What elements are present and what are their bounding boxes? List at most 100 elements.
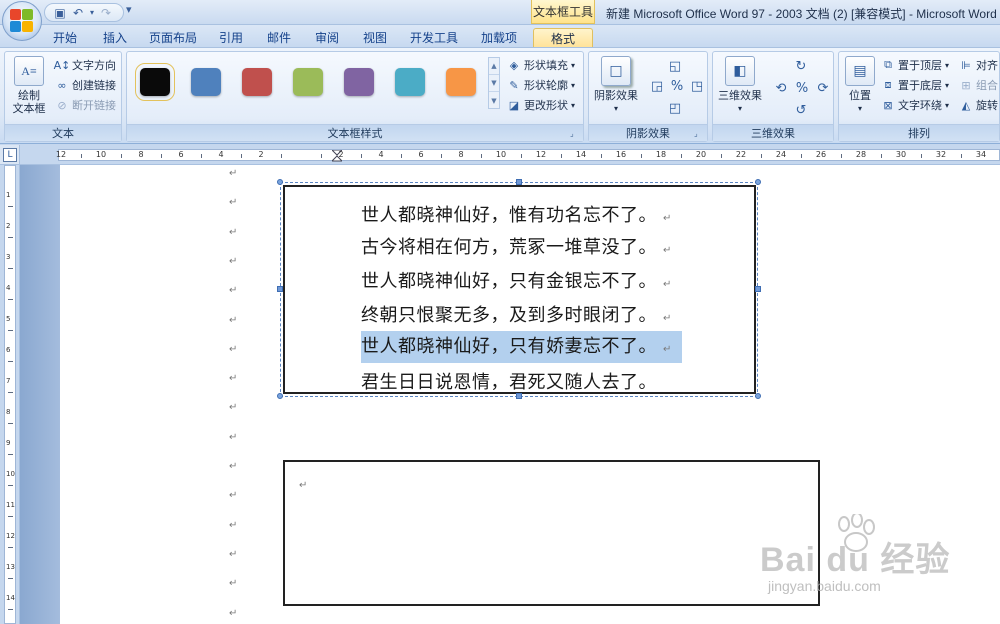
textbox-line-overflow[interactable]: 君生日日说恩情，君死又随人去了。 (361, 368, 657, 392)
ruler-tick (361, 154, 362, 158)
vertical-ruler-tick (8, 206, 13, 207)
textbox-1[interactable]: 世人都晓神仙好，惟有功名忘不了。 ↵ 古今将相在何方，荒冢一堆草没了。 ↵ 世人都晓… (283, 185, 756, 394)
threed-toggle-icon[interactable]: % (794, 80, 810, 96)
change-shape-button[interactable]: ◪ 更改形状 ▾ (507, 96, 575, 114)
ruler-number: 6 (418, 150, 424, 159)
tab-insert[interactable]: 插入 (96, 28, 134, 47)
textbox-line[interactable]: 终朝只恨聚无多，及到多时眼闭了。 ↵ (361, 301, 672, 327)
pencil-icon: ✎ (509, 78, 519, 92)
window-title: 新建 Microsoft Office Word 97 - 2003 文档 (2… (606, 7, 997, 21)
gallery-up-icon[interactable]: ▲ (489, 58, 499, 75)
vertical-ruler-number: 10 (6, 470, 15, 478)
resize-handle[interactable] (277, 179, 283, 185)
textbox-line[interactable]: 世人都晓神仙好，只有金银忘不了。 ↵ (361, 267, 672, 293)
dialog-launcher-icon[interactable]: ⌟ (694, 129, 704, 139)
ruler-number: 16 (615, 150, 627, 159)
resize-handle[interactable] (277, 393, 283, 399)
gallery-scrollbar[interactable]: ▲ ▼ ▼ (488, 57, 500, 109)
paragraph-mark: ↵ (229, 431, 238, 443)
shape-fill-button[interactable]: ◈ 形状填充 ▾ (507, 56, 575, 74)
gallery-down-icon[interactable]: ▼ (489, 75, 499, 92)
position-button[interactable]: ▤ 位置 ▾ (843, 56, 877, 115)
send-to-back-button[interactable]: ⧈ 置于底层 ▾ (881, 76, 950, 94)
tab-addins[interactable]: 加载项 (476, 28, 522, 47)
tab-stop-selector-icon[interactable]: L (3, 148, 17, 162)
draw-textbox-button[interactable]: A≡ 绘制 文本框 (8, 56, 50, 115)
undo-dropdown-icon[interactable]: ▾ (89, 6, 95, 20)
paragraph-mark: ↵ (229, 197, 238, 209)
dialog-launcher-icon[interactable]: ⌟ (570, 129, 580, 139)
resize-handle[interactable] (516, 179, 522, 185)
ruler-number: 8 (458, 150, 464, 159)
group-button[interactable]: ⊞ 组合 (959, 76, 998, 94)
nudge-left-icon[interactable]: ◲ (649, 78, 665, 94)
vertical-ruler-number: 2 (6, 222, 11, 230)
style-swatch-black[interactable] (135, 63, 175, 101)
shadow-effects-button[interactable]: □ 阴影效果 ▾ (593, 56, 639, 115)
style-swatch-purple[interactable] (344, 68, 374, 96)
resize-handle[interactable] (516, 393, 522, 399)
shape-outline-button[interactable]: ✎ 形状轮廓 ▾ (507, 76, 575, 94)
textbox-line[interactable]: 世人都晓神仙好，惟有功名忘不了。 ↵ (361, 201, 672, 227)
tab-page-layout[interactable]: 页面布局 (146, 28, 200, 47)
resize-handle[interactable] (755, 286, 761, 292)
tab-developer[interactable]: 开发工具 (406, 28, 462, 47)
tilt-right-icon[interactable]: ⟳ (815, 80, 831, 96)
office-button[interactable] (2, 1, 42, 41)
vertical-ruler-tick (8, 454, 13, 455)
text-direction-button[interactable]: A↕ 文字方向 (54, 56, 116, 74)
style-swatch-aqua[interactable] (395, 68, 425, 96)
rotate-icon: ◭ (961, 98, 971, 112)
ruler-number: 12 (535, 150, 547, 159)
tab-review[interactable]: 审阅 (308, 28, 346, 47)
position-icon: ▤ (845, 56, 875, 86)
textbox-line-selected[interactable]: 世人都晓神仙好，只有娇妻忘不了。 ↵ (361, 331, 682, 363)
ribbon: A≡ 绘制 文本框 A↕ 文字方向 ∞ 创建链接 ⊘ 断开链接 文本 ▲ ▼ ▼… (0, 47, 1000, 144)
resize-handle[interactable] (755, 179, 761, 185)
threed-effects-button[interactable]: ◧ 三维效果 ▾ (717, 56, 763, 115)
gallery-more-icon[interactable]: ▼ (489, 92, 499, 109)
vertical-ruler-number: 6 (6, 346, 11, 354)
vertical-ruler[interactable]: 1 2 3 4 5 6 7 8 9 10 11 12 13 14 (0, 165, 20, 624)
style-swatch-orange[interactable] (446, 68, 476, 96)
nudge-down-icon[interactable]: ◰ (667, 100, 683, 116)
tilt-down-icon[interactable]: ↺ (793, 102, 809, 118)
tilt-left-icon[interactable]: ⟲ (773, 80, 789, 96)
textbox-2[interactable]: ↵ (283, 460, 820, 606)
tab-mailings[interactable]: 邮件 (260, 28, 298, 47)
nudge-right-icon[interactable]: ◳ (689, 78, 705, 94)
chevron-down-icon: ▾ (857, 104, 862, 113)
tilt-up-icon[interactable]: ↻ (793, 58, 809, 74)
text-wrapping-button[interactable]: ⊠ 文字环绕 ▾ (881, 96, 949, 114)
save-icon[interactable]: ▣ (53, 6, 67, 20)
create-link-button[interactable]: ∞ 创建链接 (55, 76, 116, 94)
ruler-number: 32 (935, 150, 947, 159)
tab-references[interactable]: 引用 (212, 28, 250, 47)
redo-icon[interactable]: ↷ (99, 6, 113, 20)
resize-handle[interactable] (277, 286, 283, 292)
ruler-number: 28 (855, 150, 867, 159)
ruler-tick (761, 154, 762, 158)
style-swatch-red[interactable] (242, 68, 272, 96)
align-icon: ⊫ (961, 58, 971, 72)
resize-handle[interactable] (755, 393, 761, 399)
shadow-toggle-icon[interactable]: % (669, 78, 685, 94)
ruler-number: 2 (258, 150, 264, 159)
style-swatch-blue[interactable] (191, 68, 221, 96)
horizontal-ruler[interactable]: 12 10 8 6 4 2 2 4 6 8 10 12 14 16 18 20 22 24 26 28 30 32 34 (20, 145, 1000, 165)
textbox-line[interactable]: 古今将相在何方，荒冢一堆草没了。 ↵ (361, 233, 672, 259)
nudge-up-icon[interactable]: ◱ (667, 58, 683, 74)
undo-icon[interactable]: ↶ (71, 6, 85, 20)
ruler-tick (441, 154, 442, 158)
tab-view[interactable]: 视图 (356, 28, 394, 47)
align-button[interactable]: ⊫ 对齐 (959, 56, 998, 74)
rotate-button[interactable]: ◭ 旋转 (959, 96, 998, 114)
tab-format[interactable]: 格式 (533, 28, 593, 47)
shadow-group-label: 阴影效果 (589, 124, 707, 141)
style-swatch-green[interactable] (293, 68, 323, 96)
paragraph-mark: ↵ (229, 519, 238, 531)
customize-qat-button[interactable]: ▾ (126, 3, 132, 16)
break-link-button[interactable]: ⊘ 断开链接 (55, 96, 116, 114)
bring-to-front-button[interactable]: ⧉ 置于顶层 ▾ (881, 56, 949, 74)
tab-home[interactable]: 开始 (46, 28, 84, 47)
